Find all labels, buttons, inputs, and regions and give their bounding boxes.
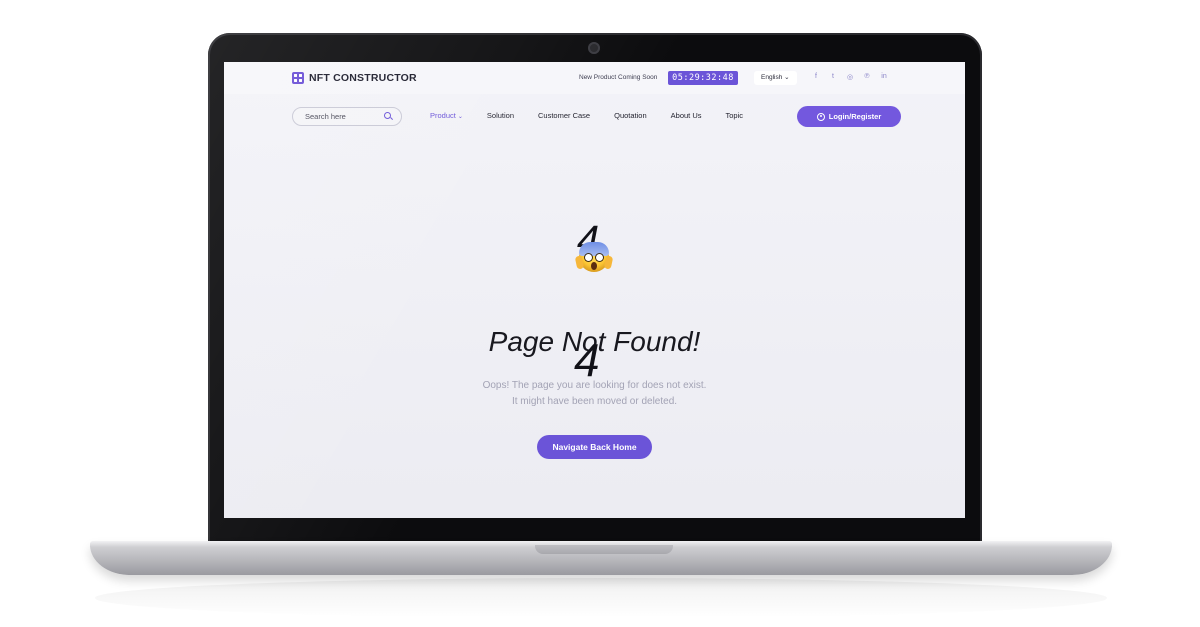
- search-box: [292, 107, 402, 126]
- coming-soon-text: New Product Coming Soon: [579, 74, 658, 81]
- instagram-icon[interactable]: ◎: [846, 73, 854, 81]
- laptop-shadow: [95, 578, 1107, 618]
- chevron-down-icon: ⌄: [784, 74, 790, 81]
- nav-item-customer-case[interactable]: Customer Case: [538, 111, 590, 120]
- nav-item-about-us[interactable]: About Us: [671, 111, 702, 120]
- social-links: f t ◎ ℗ in: [812, 73, 888, 81]
- facebook-icon[interactable]: f: [812, 73, 820, 81]
- search-input[interactable]: [305, 112, 375, 121]
- site-logo[interactable]: NFT CONSTRUCTOR: [292, 72, 417, 84]
- countdown-timer: 05:29:32:48: [668, 71, 738, 85]
- linkedin-icon[interactable]: in: [880, 73, 888, 81]
- error-message-line2: It might have been moved or deleted.: [511, 396, 678, 407]
- laptop-screen: NFT CONSTRUCTOR New Product Coming Soon …: [224, 62, 965, 518]
- nav-item-label: Product: [430, 111, 456, 120]
- navigate-home-button[interactable]: Navigate Back Home: [537, 435, 652, 459]
- logo-text: NFT CONSTRUCTOR: [309, 72, 417, 84]
- login-label: Login/Register: [828, 112, 882, 121]
- screaming-face-icon: [574, 242, 614, 272]
- error-digit-middle: 4: [574, 334, 600, 386]
- chevron-down-icon: ⌄: [457, 114, 463, 120]
- pinterest-icon[interactable]: ℗: [863, 73, 871, 81]
- laptop-notch: [535, 545, 673, 554]
- nav-item-solution[interactable]: Solution: [487, 111, 514, 120]
- user-icon: [816, 112, 825, 121]
- main-nav: Product ⌄ Solution Customer Case Quotatio…: [430, 111, 767, 120]
- nav-item-topic[interactable]: Topic: [726, 111, 744, 120]
- logo-grid-icon: [292, 72, 304, 84]
- language-selector[interactable]: English ⌄: [754, 71, 797, 85]
- nav-item-product[interactable]: Product ⌄: [430, 111, 463, 120]
- laptop-mockup-scene: NFT CONSTRUCTOR New Product Coming Soon …: [0, 0, 1200, 627]
- language-label: English: [761, 74, 783, 81]
- search-icon[interactable]: [384, 112, 393, 121]
- error-message-line1: Oops! The page you are looking for does …: [482, 380, 707, 391]
- webcam-icon: [588, 42, 600, 54]
- login-register-button[interactable]: Login/Register: [797, 106, 901, 127]
- twitter-icon[interactable]: t: [829, 73, 837, 81]
- nav-item-quotation[interactable]: Quotation: [614, 111, 647, 120]
